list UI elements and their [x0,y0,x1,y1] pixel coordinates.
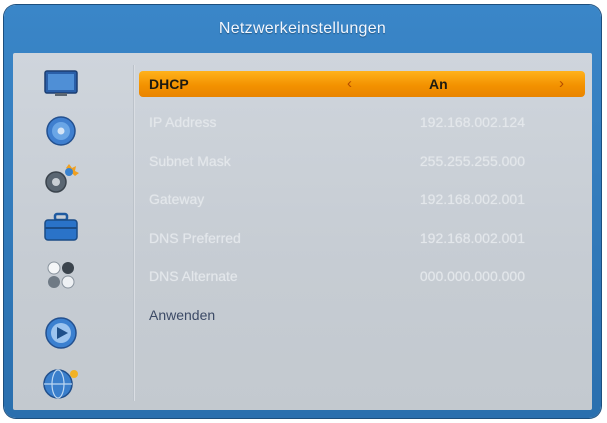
apply-label: Anwenden [149,307,216,323]
gateway-value: 192.168.002.001 [419,191,525,207]
settings-gear-icon[interactable] [41,161,81,197]
subnet-mask-value: 255.255.255.000 [419,153,525,169]
dns-alternate-value: 000.000.000.000 [419,268,525,284]
settings-window: Netzwerkeinstellungen DHCP ‹ An › IP Add… [4,5,601,418]
dots-grid-icon[interactable] [41,257,81,293]
content-panel: DHCP ‹ An › IP Address 192.168.002.124 S… [13,53,592,410]
window-title: Netzwerkeinstellungen [218,20,387,37]
menu-sidebar [13,53,133,410]
arrow-left-icon[interactable]: ‹ [347,75,352,92]
dhcp-value: An [429,76,448,92]
ip-address-value: 192.168.002.124 [419,114,525,130]
apply-button[interactable]: Anwenden [139,302,585,328]
tv-icon[interactable] [41,65,81,101]
dhcp-label: DHCP [149,76,189,92]
dns-alternate-label: DNS Alternate [149,268,238,284]
dhcp-row[interactable]: DHCP ‹ An › [139,71,585,97]
dns-preferred-value: 192.168.002.001 [419,230,525,246]
globe-network-icon[interactable] [41,365,81,401]
toolbox-icon[interactable] [41,209,81,245]
dns-alternate-row: DNS Alternate 000.000.000.000 [139,263,585,289]
arrow-right-icon[interactable]: › [559,75,564,92]
gateway-label: Gateway [149,191,205,207]
gateway-row: Gateway 192.168.002.001 [139,186,585,212]
ip-address-row: IP Address 192.168.002.124 [139,109,585,135]
dns-preferred-label: DNS Preferred [149,230,241,246]
ip-address-label: IP Address [149,114,217,130]
media-disc-icon[interactable] [41,315,81,351]
disc-icon[interactable] [41,113,81,149]
subnet-mask-label: Subnet Mask [149,153,231,169]
dns-preferred-row: DNS Preferred 192.168.002.001 [139,225,585,251]
subnet-mask-row: Subnet Mask 255.255.255.000 [139,148,585,174]
sidebar-divider [133,65,135,401]
network-settings-list: DHCP ‹ An › IP Address 192.168.002.124 S… [139,53,585,410]
title-bar: Netzwerkeinstellungen [4,5,601,53]
